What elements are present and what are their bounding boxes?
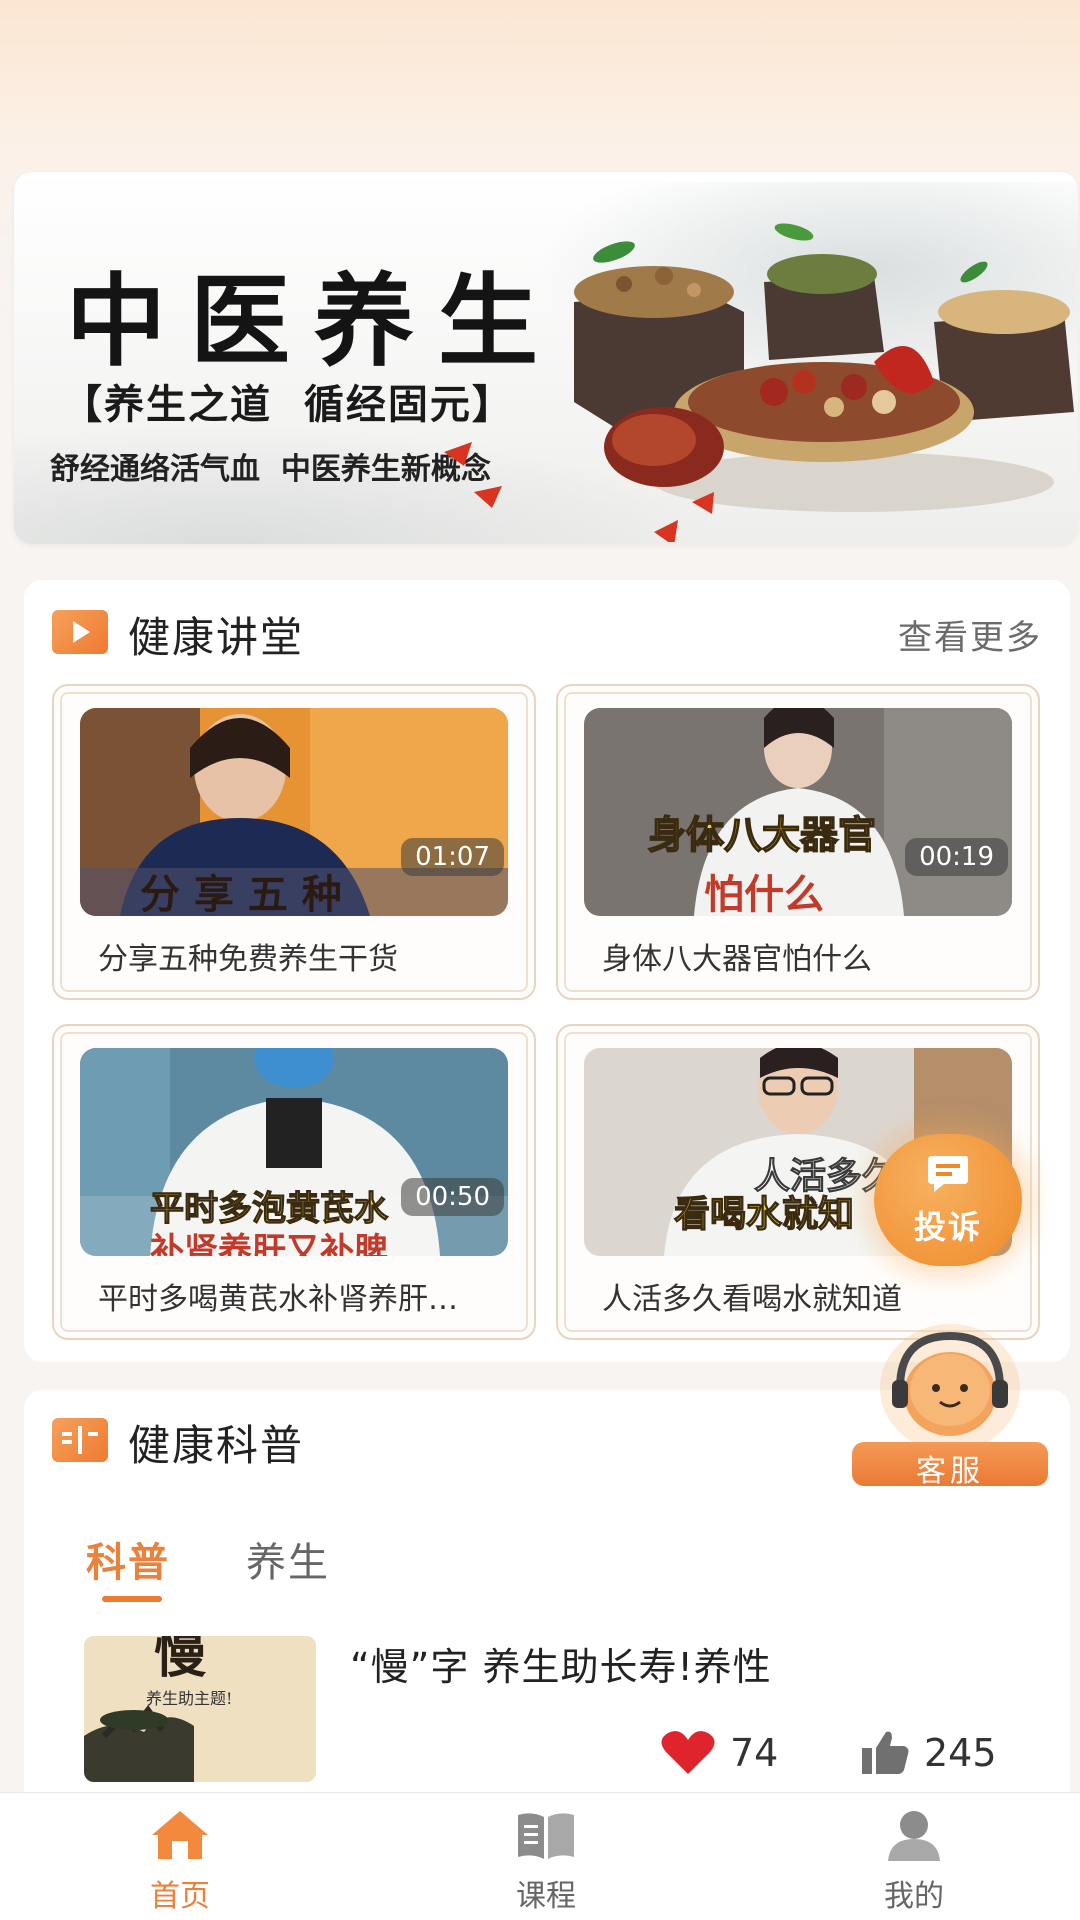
video-duration: 01:07 [401, 838, 504, 876]
section-title: 健康讲堂 [128, 613, 305, 662]
tab-wellness[interactable]: 养生 [246, 1530, 330, 1588]
likes-count[interactable]: 74 [660, 1730, 778, 1776]
section-title: 健康科普 [128, 1421, 305, 1470]
complaint-button[interactable]: 投诉 [874, 1134, 1022, 1266]
berries-decoration [444, 442, 714, 542]
thumbnail-caption: 看喝水就知 [674, 1194, 854, 1235]
bottom-navigation: 首页 课程 我的 [0, 1792, 1080, 1920]
video-title: 分享五种免费养生干货 [98, 942, 398, 977]
video-title: 身体八大器官怕什么 [602, 942, 872, 977]
app-screen: 中医养生 【养生之道 循经固元】 舒经通络活气血 中医养生新概念 健康讲堂 查看… [0, 0, 1080, 1920]
nav-label: 我的 [884, 1879, 944, 1914]
thumbnail-text: 养生助主题! [146, 1689, 232, 1708]
book-icon [518, 1813, 574, 1859]
home-icon [152, 1811, 208, 1859]
article-thumbnail[interactable]: 慢 养生助主题! [84, 1636, 316, 1782]
article-title[interactable]: “慢”字 养生助长寿!养性 [350, 1636, 772, 1691]
banner-tagline: 舒经通络活气血 中医养生新概念 [50, 452, 491, 487]
video-thumbnail: 分 享 五 种 [80, 708, 508, 916]
headset-mascot-icon [880, 1324, 1020, 1452]
nav-label: 首页 [150, 1879, 210, 1914]
play-icon [52, 610, 108, 654]
video-duration: 00:50 [401, 1178, 504, 1216]
thumbnail-caption: 分 享 五 种 [140, 871, 342, 916]
user-icon [888, 1811, 940, 1861]
thumbs-up-count[interactable]: 245 [860, 1730, 997, 1776]
thumbs-up-value: 245 [924, 1731, 997, 1775]
video-card[interactable]: 分 享 五 种 01:07 分享五种免费养生干货 [52, 684, 536, 1000]
tab-science[interactable]: 科普 [86, 1530, 170, 1588]
service-label: 客服 [916, 1454, 984, 1489]
thumbnail-caption: 怕什么 [704, 872, 824, 916]
video-card[interactable]: 平时多泡黄芪水 补肾养肝又补脾 00:50 平时多喝黄芪水补肾养肝… [52, 1024, 536, 1340]
thumbnail-caption: 身体八大器官 [648, 813, 876, 857]
nav-item-course[interactable]: 课程 [446, 1793, 646, 1920]
nav-item-profile[interactable]: 我的 [814, 1793, 1014, 1920]
likes-value: 74 [730, 1731, 779, 1775]
book-open-icon [52, 1418, 108, 1462]
heart-icon [661, 1731, 715, 1774]
video-thumbnail: 身体八大器官 怕什么 [584, 708, 1012, 916]
video-duration: 00:19 [905, 838, 1008, 876]
thumbnail-caption: 平时多泡黄芪水 [150, 1189, 389, 1229]
nav-label: 课程 [516, 1879, 576, 1914]
video-thumbnail: 平时多泡黄芪水 补肾养肝又补脾 [80, 1048, 508, 1256]
video-title: 人活多久看喝水就知道 [602, 1282, 902, 1317]
customer-service-button[interactable]: 客服 [852, 1318, 1048, 1489]
thumbnail-character: 慢 [154, 1636, 207, 1685]
active-tab-indicator [102, 1596, 162, 1602]
thumbs-up-icon [862, 1731, 909, 1774]
video-card[interactable]: 身体八大器官 怕什么 00:19 身体八大器官怕什么 [556, 684, 1040, 1000]
video-title: 平时多喝黄芪水补肾养肝… [98, 1282, 458, 1317]
promo-banner[interactable]: 中医养生 【养生之道 循经固元】 舒经通络活气血 中医养生新概念 [14, 172, 1078, 544]
view-more-link[interactable]: 查看更多 [898, 610, 1042, 659]
banner-title: 中医养生 [66, 262, 562, 380]
nav-item-home[interactable]: 首页 [80, 1793, 280, 1920]
thumbnail-caption: 补肾养肝又补脾 [150, 1231, 388, 1256]
chat-bubble-icon [928, 1156, 968, 1192]
complaint-label: 投诉 [913, 1208, 982, 1246]
